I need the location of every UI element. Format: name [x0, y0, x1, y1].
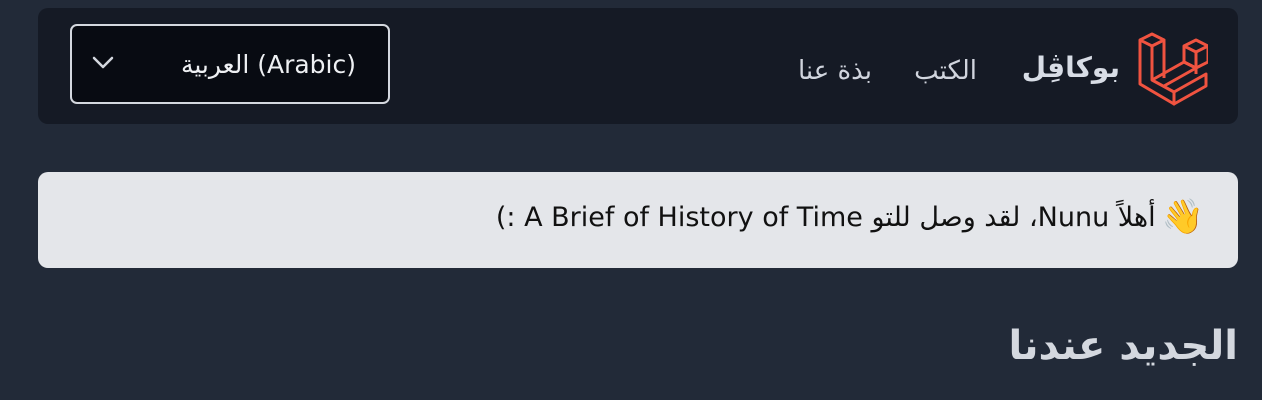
brand-name[interactable]: بوكاڤِل: [1022, 54, 1120, 82]
navbar: بوكاڤِل الكتب بذة عنا العربية (Arabic): [38, 8, 1238, 124]
laravel-logo-icon[interactable]: [1136, 30, 1208, 110]
nav-link-books[interactable]: الكتب: [914, 58, 977, 84]
section-title: الجديد عندنا: [1008, 323, 1238, 369]
waving-hand-icon: 👋: [1161, 197, 1204, 237]
language-select[interactable]: العربية (Arabic): [70, 24, 390, 104]
nav-link-about[interactable]: بذة عنا: [798, 58, 872, 84]
language-select-value: العربية (Arabic): [180, 50, 356, 79]
welcome-alert: 👋 أهلاً Nunu، لقد وصل للتو A Brief of Hi…: [38, 172, 1238, 268]
chevron-down-icon: [92, 56, 114, 69]
welcome-message: أهلاً Nunu، لقد وصل للتو A Brief of Hist…: [495, 201, 1156, 233]
